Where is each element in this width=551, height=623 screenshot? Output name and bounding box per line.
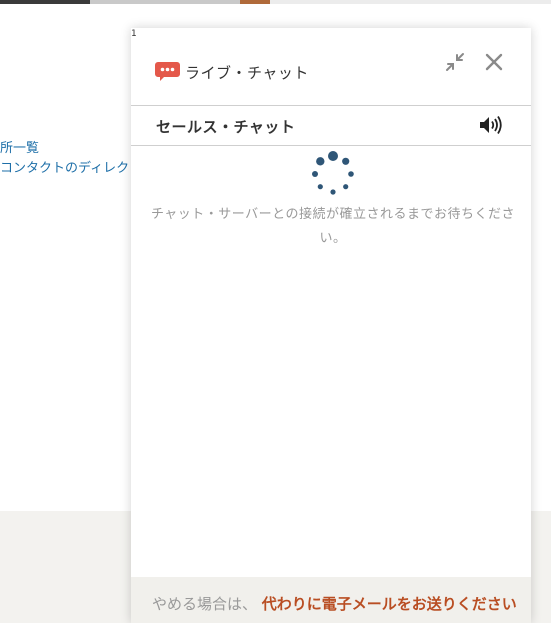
- speaker-icon[interactable]: [479, 115, 503, 135]
- chat-footer: やめる場合は、 代わりに電子メールをお送りください: [131, 577, 531, 623]
- background-photo-light: [90, 0, 240, 4]
- speech-bubble-icon: [155, 62, 180, 81]
- footer-prefix: やめる場合は、: [152, 595, 258, 613]
- chat-channel-title: セールス・チャット: [156, 118, 296, 136]
- footer-message: やめる場合は、 代わりに電子メールをお送りください: [152, 595, 522, 613]
- live-chat-widget: 1 ライブ・チャット セールス・チャット チャット・サーバーとの接続が確立される…: [131, 28, 531, 623]
- connection-status-message: チャット・サーバーとの接続が確立されるまでお待ちください。: [150, 207, 516, 246]
- chat-subheader: セールス・チャット: [131, 106, 531, 146]
- chat-title: ライブ・チャット: [185, 64, 309, 82]
- close-icon[interactable]: [483, 51, 505, 73]
- loading-spinner-icon: [312, 151, 354, 195]
- background-photo-warm: [240, 0, 270, 4]
- send-email-link[interactable]: 代わりに電子メールをお送りください: [262, 595, 517, 613]
- background-link-contact-directory[interactable]: コンタクトのディレク: [0, 157, 129, 176]
- chat-header: ライブ・チャット: [131, 28, 531, 106]
- minimize-arrows-icon[interactable]: [444, 51, 466, 73]
- background-link-office-list[interactable]: 所一覧: [0, 137, 39, 156]
- background-photo-dark: [0, 0, 90, 4]
